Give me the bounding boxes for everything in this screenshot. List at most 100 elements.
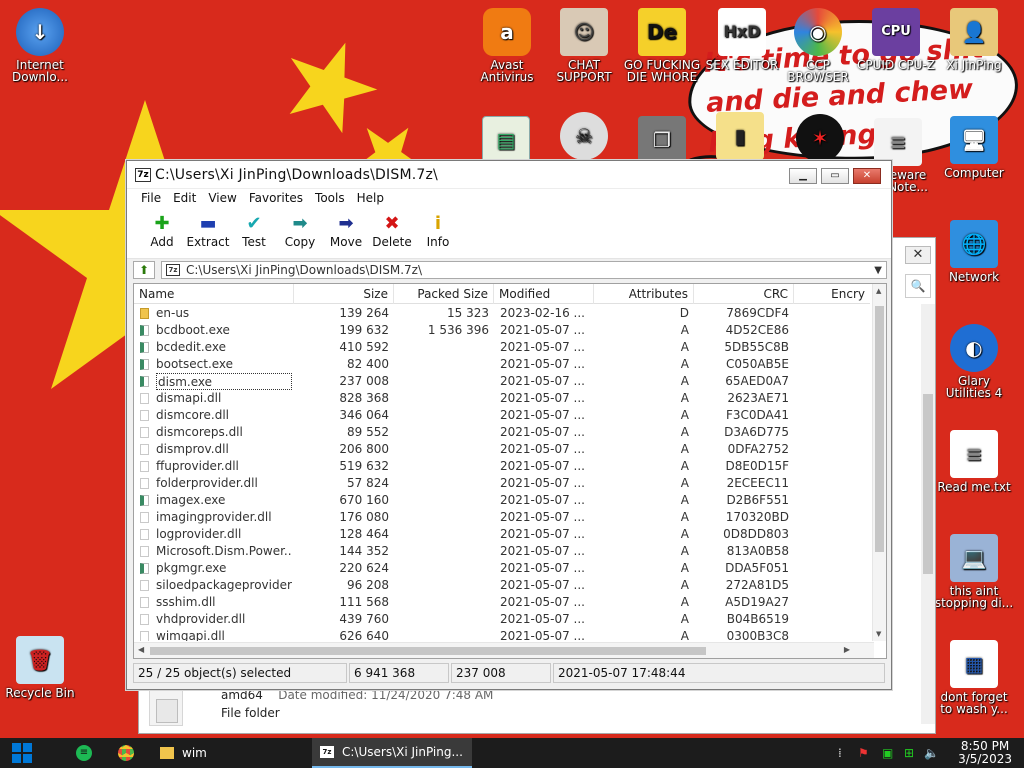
desktop-icon-folder-2[interactable]: ▮: [700, 112, 780, 163]
extract-button[interactable]: ▬ Extract: [185, 209, 231, 258]
scroll-up-icon[interactable]: ▲: [876, 287, 881, 295]
desktop-icon-go-die[interactable]: De GO FUCKING DIE WHORE: [622, 8, 702, 83]
desktop-icon-dark[interactable]: ✶: [780, 114, 860, 165]
7zip-window[interactable]: 7z C:\Users\Xi JinPing\Downloads\DISM.7z…: [126, 160, 892, 690]
taskbar-item-wim[interactable]: wim: [152, 738, 310, 768]
menu-tools[interactable]: Tools: [309, 189, 351, 209]
file-row[interactable]: dism.exe 237 008 2021-05-07 ... A 65AED0A7: [134, 373, 870, 390]
add-button[interactable]: ✚ Add: [139, 209, 185, 258]
file-crc: D3A6D775: [724, 425, 789, 439]
column-encrypted[interactable]: Encry: [794, 284, 870, 304]
horizontal-scroll-thumb[interactable]: [150, 647, 706, 655]
desktop-icon-label: CCP BROWSER: [787, 58, 849, 84]
menu-view[interactable]: View: [202, 189, 242, 209]
exe-file-icon: [140, 359, 149, 370]
file-row[interactable]: en-us 139 264 15 323 2023-02-16 ... D 7869CDF…: [134, 305, 870, 322]
file-row[interactable]: bcdboot.exe 199 632 1 536 396 2021-05-07 ..…: [134, 322, 870, 339]
desktop-icon-cpuz[interactable]: CPU CPUID CPU-Z: [856, 8, 936, 71]
file-packed-size: [394, 628, 489, 641]
file-row[interactable]: ffuprovider.dll 519 632 2021-05-07 ... A D8E…: [134, 458, 870, 475]
desktop-icon-xi-jinping[interactable]: 👤 Xi JinPing: [934, 8, 1014, 71]
file-row[interactable]: dismprov.dll 206 800 2021-05-07 ... A 0DFA27…: [134, 441, 870, 458]
file-row[interactable]: pkgmgr.exe 220 624 2021-05-07 ... A DDA5F051: [134, 560, 870, 577]
title-bar[interactable]: 7z C:\Users\Xi JinPing\Downloads\DISM.7z…: [127, 161, 891, 189]
volume-icon[interactable]: 🔈: [924, 746, 939, 760]
desktop-icon-readme[interactable]: ≡ Read me.txt: [934, 430, 1014, 493]
address-field[interactable]: 7z C:\Users\Xi JinPing\Downloads\DISM.7z…: [161, 261, 887, 279]
desktop-icon-avast[interactable]: a Avast Antivirus: [467, 8, 547, 83]
column-packed-size[interactable]: Packed Size: [394, 284, 494, 304]
chevron-down-icon[interactable]: ▼: [874, 265, 882, 276]
start-button[interactable]: [12, 743, 32, 763]
file-list[interactable]: Name Size Packed Size Modified Attribute…: [133, 283, 887, 659]
menu-file[interactable]: File: [135, 189, 167, 209]
scroll-right-icon[interactable]: ▶: [844, 645, 850, 654]
menu-help[interactable]: Help: [351, 189, 390, 209]
desktop-icon-sex-editor[interactable]: HxD SEX EDITOR: [702, 8, 782, 71]
file-row[interactable]: siloedpackageprovider.dll 96 208 2021-05-0…: [134, 577, 870, 594]
close-button[interactable]: ✕: [853, 168, 881, 184]
up-folder-button[interactable]: ⬆: [133, 261, 155, 279]
desktop-icon-label: Recycle Bin: [5, 686, 75, 700]
column-size[interactable]: Size: [294, 284, 394, 304]
file-row[interactable]: dismcore.dll 346 064 2021-05-07 ... A F3C0DA…: [134, 407, 870, 424]
network-tray-icon[interactable]: ▣: [882, 746, 893, 760]
file-row[interactable]: folderprovider.dll 57 824 2021-05-07 ... A 2…: [134, 475, 870, 492]
delete-button[interactable]: ✖ Delete: [369, 209, 415, 258]
menu-favorites[interactable]: Favorites: [243, 189, 309, 209]
desktop-icon-network[interactable]: 🌐 Network: [934, 220, 1014, 283]
file-row[interactable]: bcdedit.exe 410 592 2021-05-07 ... A 5DB55C8…: [134, 339, 870, 356]
copy-button[interactable]: ➡ Copy: [277, 209, 323, 258]
file-row[interactable]: ssshim.dll 111 568 2021-05-07 ... A A5D19A27: [134, 594, 870, 611]
column-crc[interactable]: CRC: [694, 284, 794, 304]
document-icon: ▤: [482, 116, 530, 164]
desktop-icon-skull[interactable]: ☠: [544, 112, 624, 163]
explorer-scrollbar[interactable]: [921, 304, 935, 724]
clock[interactable]: 8:50 PM 3/5/2023: [958, 740, 1012, 766]
file-row[interactable]: bootsect.exe 82 400 2021-05-07 ... A C050AB5…: [134, 356, 870, 373]
file-row[interactable]: vhdprovider.dll 439 760 2021-05-07 ... A B04…: [134, 611, 870, 628]
desktop-icon-ccp-browser[interactable]: ◉ CCP BROWSER: [778, 8, 858, 83]
scroll-left-icon[interactable]: ◀: [138, 645, 144, 654]
file-row[interactable]: imagex.exe 670 160 2021-05-07 ... A D2B6F551: [134, 492, 870, 509]
search-icon[interactable]: 🔍: [905, 274, 931, 298]
horizontal-scrollbar[interactable]: ◀ ▶: [134, 642, 874, 658]
desktop-icon-chat-support[interactable]: ☺ CHAT SUPPORT: [544, 8, 624, 83]
maximize-button[interactable]: ▭: [821, 168, 849, 184]
desktop-icon-this-aint[interactable]: 💻 this aint stopping di...: [934, 534, 1014, 609]
file-row[interactable]: dismapi.dll 828 368 2021-05-07 ... A 2623AE7…: [134, 390, 870, 407]
chrome-icon[interactable]: [114, 742, 138, 764]
test-button[interactable]: ✔ Test: [231, 209, 277, 258]
file-row[interactable]: wimgapi.dll 626 640 2021-05-07 ... A 0300B3C…: [134, 628, 870, 641]
explorer-close-button[interactable]: ✕: [905, 246, 931, 264]
desktop-icon-computer[interactable]: 🖥 Computer: [934, 116, 1014, 179]
desktop-icon-dont-forget[interactable]: ▦ dont forget to wash y...: [934, 640, 1014, 715]
desktop-icon-internet-download-manager[interactable]: ↓ Internet Downlo...: [0, 8, 80, 83]
file-crc: 2623AE71: [727, 391, 789, 405]
column-modified[interactable]: Modified: [494, 284, 594, 304]
file-name: Microsoft.Dism.Power...: [156, 544, 292, 558]
desktop-icon-glary[interactable]: ◐ Glary Utilities 4: [934, 324, 1014, 399]
flag-icon[interactable]: ⚑: [858, 746, 869, 760]
file-row[interactable]: logprovider.dll 128 464 2021-05-07 ... A 0D8…: [134, 526, 870, 543]
7zip-app-icon: 7z: [135, 168, 151, 182]
minimize-button[interactable]: ▁: [789, 168, 817, 184]
file-row[interactable]: dismcoreps.dll 89 552 2021-05-07 ... A D3A6D…: [134, 424, 870, 441]
menu-edit[interactable]: Edit: [167, 189, 202, 209]
file-row[interactable]: Microsoft.Dism.Power... 144 352 2021-05-07…: [134, 543, 870, 560]
vertical-scrollbar[interactable]: ▲ ▼: [872, 284, 886, 641]
explorer-item-row[interactable]: amd64 Date modified: 11/24/2020 7:48 AM …: [149, 686, 493, 726]
info-button[interactable]: i Info: [415, 209, 461, 258]
tray-overflow-icon[interactable]: ⁞: [838, 746, 842, 760]
taskbar-item-7zip[interactable]: 7z C:\Users\Xi JinPing...: [312, 738, 472, 768]
pinned-app-green-icon[interactable]: ≡: [72, 742, 96, 764]
monitor-tray-icon[interactable]: ⊞: [904, 746, 914, 760]
column-name[interactable]: Name: [134, 284, 294, 304]
move-button[interactable]: ➡ Move: [323, 209, 369, 258]
column-attributes[interactable]: Attributes: [594, 284, 694, 304]
file-row[interactable]: imagingprovider.dll 176 080 2021-05-07 ...…: [134, 509, 870, 526]
scroll-down-icon[interactable]: ▼: [876, 630, 881, 638]
explorer-scroll-thumb[interactable]: [923, 394, 933, 574]
desktop-icon-recycle-bin[interactable]: 🗑 Recycle Bin: [0, 636, 80, 699]
vertical-scroll-thumb[interactable]: [875, 306, 884, 552]
